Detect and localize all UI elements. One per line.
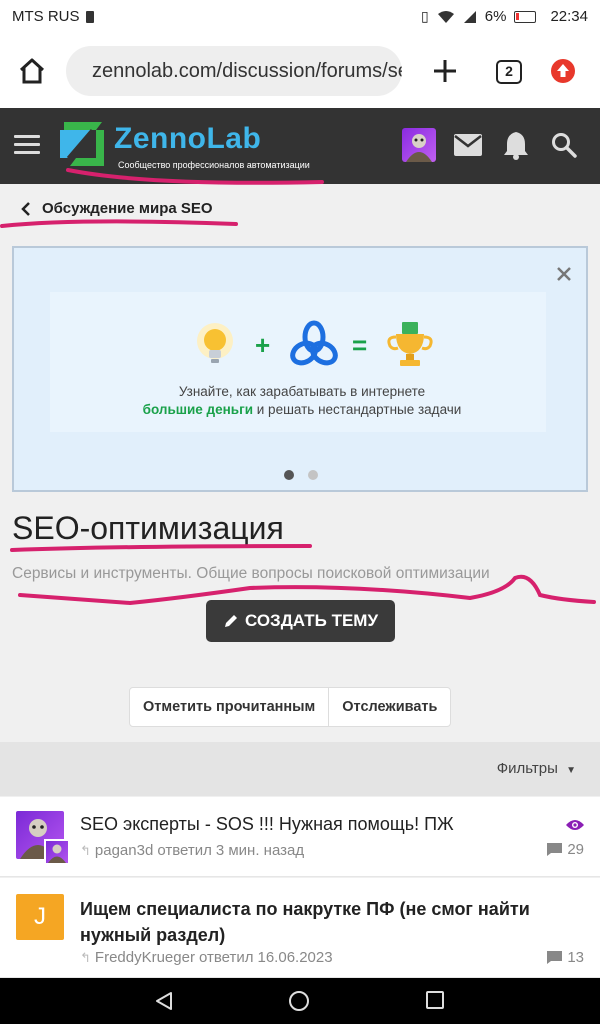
back-icon[interactable] bbox=[154, 991, 174, 1011]
bell-icon[interactable] bbox=[503, 130, 529, 160]
forum-description: Сервисы и инструменты. Общие вопросы пои… bbox=[12, 565, 490, 582]
thread-time: 16.06.2023 bbox=[257, 949, 333, 966]
create-thread-label: СОЗДАТЬ ТЕМУ bbox=[244, 611, 379, 630]
page-title: SEO-оптимизация bbox=[12, 510, 284, 546]
logo-subtitle: Сообщество профессионалов автоматизации bbox=[118, 160, 310, 170]
status-bar: MTS RUS ▯ 6% 22:34 bbox=[0, 0, 600, 34]
battery-percent: 6% bbox=[484, 8, 507, 25]
reply-count: 29 bbox=[567, 841, 584, 858]
new-tab-icon[interactable] bbox=[432, 58, 458, 84]
filters-dropdown[interactable]: Фильтры ▼ bbox=[497, 760, 576, 777]
create-thread-button[interactable]: СОЗДАТЬ ТЕМУ bbox=[206, 600, 395, 642]
equals-symbol: = bbox=[352, 330, 368, 360]
update-icon[interactable] bbox=[550, 58, 576, 84]
slide-dot-1[interactable] bbox=[284, 470, 294, 480]
thread-row[interactable]: J Ищем специалиста по накрутке ПФ (не см… bbox=[0, 878, 600, 978]
tab-switcher-button[interactable]: 2 bbox=[496, 60, 522, 84]
thread-row[interactable]: SEO эксперты - SOS !!! Нужная помощь! ПЖ… bbox=[0, 797, 600, 877]
banner-line-2-rest: и решать нестандартные задачи bbox=[253, 402, 462, 417]
logo-mark-icon bbox=[60, 122, 104, 166]
watch-button[interactable]: Отслеживать bbox=[328, 688, 450, 726]
zennolab-logo[interactable]: ZennoLab Сообщество профессионалов автом… bbox=[56, 120, 316, 176]
lightbulb-icon bbox=[197, 323, 233, 363]
battery-icon bbox=[514, 10, 537, 23]
reply-arrow-icon: ↰ bbox=[80, 842, 91, 858]
thread-action: ответил bbox=[157, 842, 212, 859]
forum-actions: Отметить прочитанным Отслеживать bbox=[129, 687, 452, 727]
wifi-icon bbox=[437, 10, 454, 23]
breadcrumb-label: Обсуждение мира SEO bbox=[42, 200, 213, 217]
pencil-icon bbox=[224, 615, 237, 627]
address-bar[interactable]: zennolab.com/discussion/forums/seo bbox=[66, 46, 402, 96]
home-button-icon[interactable] bbox=[288, 990, 310, 1012]
trophy-icon bbox=[387, 322, 433, 366]
logo-text: ZennoLab bbox=[114, 122, 262, 155]
reply-count: 13 bbox=[567, 949, 584, 966]
mark-read-button[interactable]: Отметить прочитанным bbox=[130, 688, 328, 726]
filter-bar: Фильтры ▼ bbox=[0, 742, 600, 796]
chevron-left-icon bbox=[21, 202, 30, 216]
home-icon[interactable] bbox=[18, 58, 46, 84]
vibrate-icon: ▯ bbox=[421, 8, 429, 24]
recents-icon[interactable] bbox=[426, 991, 444, 1009]
reply-arrow-icon: ↰ bbox=[80, 949, 91, 965]
banner-line-1: Узнайте, как зарабатывать в интернете bbox=[178, 384, 426, 399]
system-nav-bar bbox=[0, 978, 600, 1024]
knot-logo-icon bbox=[290, 320, 338, 366]
sim-icon bbox=[85, 10, 94, 23]
site-header: ZennoLab Сообщество профессионалов автом… bbox=[0, 108, 600, 184]
slide-dot-2[interactable] bbox=[308, 470, 318, 480]
comment-icon bbox=[547, 843, 563, 856]
signal-icon bbox=[463, 10, 476, 23]
menu-icon[interactable] bbox=[14, 135, 40, 155]
plus-symbol: + bbox=[255, 330, 271, 360]
clock: 22:34 bbox=[550, 8, 588, 25]
close-icon[interactable] bbox=[556, 266, 572, 282]
thread-action: ответил bbox=[198, 949, 254, 966]
banner-line-2: большие деньги и решать нестандартные за… bbox=[14, 402, 590, 417]
breadcrumb[interactable]: Обсуждение мира SEO bbox=[0, 184, 600, 234]
promo-banner[interactable]: + = Узнайте, как зарабатывать в интернет… bbox=[12, 246, 588, 492]
thread-avatar: J bbox=[16, 894, 64, 940]
search-icon[interactable] bbox=[551, 132, 577, 158]
last-poster-avatar bbox=[44, 839, 70, 865]
thread-title[interactable]: Ищем специалиста по накрутке ПФ (не смог… bbox=[80, 896, 560, 948]
mail-icon[interactable] bbox=[454, 134, 482, 156]
thread-title[interactable]: SEO эксперты - SOS !!! Нужная помощь! ПЖ bbox=[80, 814, 454, 835]
url-text: zennolab.com/discussion/forums/seo bbox=[92, 59, 402, 82]
user-avatar[interactable] bbox=[402, 128, 436, 162]
banner-highlight: большие деньги bbox=[142, 402, 254, 417]
carrier-label: MTS RUS bbox=[12, 8, 80, 25]
eye-icon bbox=[566, 820, 584, 830]
filters-label: Фильтры bbox=[496, 760, 558, 777]
thread-time: 3 мин. назад bbox=[215, 842, 305, 859]
caret-down-icon: ▼ bbox=[566, 765, 576, 776]
thread-author[interactable]: FreddyKrueger bbox=[95, 949, 195, 966]
comment-icon bbox=[547, 951, 563, 964]
browser-toolbar: zennolab.com/discussion/forums/seo 2 bbox=[0, 34, 600, 108]
thread-author[interactable]: pagan3d bbox=[95, 842, 153, 859]
